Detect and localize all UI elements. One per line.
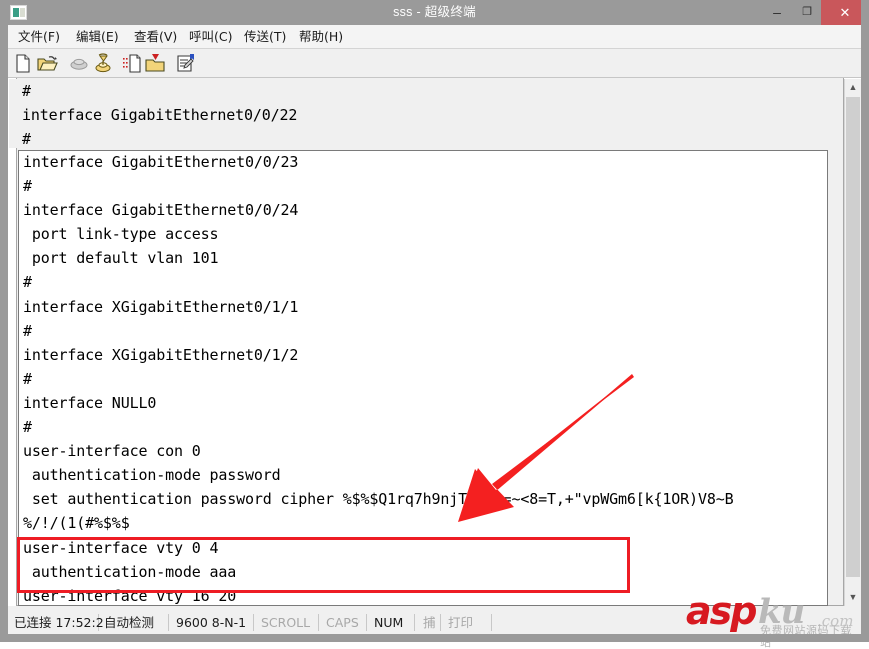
status-separator [440,614,441,631]
status-detect-mode: 自动检测 [104,615,155,630]
terminal-scrollbar[interactable]: ▲ ▼ [844,79,861,606]
scrollbar-thumb[interactable] [846,97,860,577]
terminal-line: interface GigabitEthernet0/0/23 [23,153,299,171]
terminal-line: # [23,321,32,340]
close-button[interactable]: ✕ [821,0,869,25]
terminal-line: set authentication password cipher %$%$Q… [23,490,734,509]
terminal-line: user-interface vty 0 4 [23,538,219,557]
minimize-button[interactable]: – [762,0,792,25]
terminal-top-lines: # interface GigabitEthernet0/0/22 # [9,79,827,148]
terminal-line: user-interface con 0 [23,442,201,461]
scroll-up-icon[interactable]: ▲ [845,79,861,96]
maximize-button[interactable]: ❐ [792,0,822,25]
close-icon: ✕ [839,5,851,20]
receive-file-icon[interactable] [144,53,166,74]
menu-item-view[interactable]: 查看(V) [130,28,181,46]
call-icon[interactable] [92,53,114,74]
open-folder-icon[interactable] [36,53,58,74]
window-title: sss - 超级终端 [393,5,476,19]
menu-item-call[interactable]: 呼叫(C) [185,28,236,46]
hyperterminal-window: sss - 超级终端 – ❐ ✕ 文件(F) 编辑(E) 查看(V) 呼叫(C) 传送(… [0,0,869,649]
menu-item-edit[interactable]: 编辑(E) [72,28,123,46]
minimize-icon: – [773,4,781,20]
terminal-line: user-interface vty 16 20 [23,586,237,605]
menu-bar: 文件(F) 编辑(E) 查看(V) 呼叫(C) 传送(T) 帮助(H) [8,25,861,49]
status-num-indicator: NUM [374,615,404,630]
terminal-line: %/!/(1(#%$%$ [23,514,130,533]
terminal-line: # [22,130,31,148]
status-bar: 已连接 17:52:2 自动检测 9600 8-N-1 SCROLL CAPS NUM 捕打… [8,611,861,634]
menu-item-help[interactable]: 帮助(H) [295,28,347,46]
terminal-line: interface XGigabitEthernet0/1/1 [23,297,299,316]
terminal-line: authentication-mode password [23,466,281,485]
status-serial-params: 9600 8-N-1 [176,615,247,630]
send-file-icon[interactable] [122,53,144,74]
status-connection-status: 已连接 17:52:2 [14,615,104,630]
terminal-console-text: interface GigabitEthernet0/0/23 # interfac… [23,151,823,605]
status-separator [318,614,319,631]
status-separator [253,614,254,631]
status-scroll-indicator: SCROLL [261,615,311,630]
status-separator [491,614,492,631]
terminal-line: # [23,369,32,388]
terminal-line: # [23,418,32,437]
terminal-line: interface XGigabitEthernet0/1/2 [23,345,299,364]
maximize-icon: ❐ [802,6,812,18]
menu-item-transfer[interactable]: 传送(T) [240,28,290,46]
properties-icon[interactable] [175,53,197,74]
status-print-indicator: 打印 [448,615,474,630]
title-bar: sss - 超级终端 – ❐ ✕ [0,0,869,25]
terminal-line: interface NULL0 [23,393,157,412]
terminal-line: interface GigabitEthernet0/0/24 [23,201,299,220]
terminal-line: port link-type access [23,225,219,244]
terminal-line: # [23,273,32,292]
terminal-line: authentication-mode aaa [23,562,237,581]
status-caps-indicator: CAPS [326,615,359,630]
toolbar [8,49,861,78]
new-document-icon[interactable] [12,53,34,74]
terminal-line: # [23,177,32,196]
status-capture-indicator: 捕 [423,615,436,630]
terminal-line: port default vlan 101 [23,249,219,268]
status-separator [366,614,367,631]
terminal-console[interactable]: interface GigabitEthernet0/0/23 # interfac… [18,150,828,606]
disconnect-icon[interactable] [68,53,90,74]
status-separator [414,614,415,631]
menu-item-file[interactable]: 文件(F) [14,28,64,46]
status-separator [168,614,169,631]
scroll-down-icon[interactable]: ▼ [845,589,861,606]
terminal-line: interface GigabitEthernet0/0/22 [22,106,298,125]
terminal-line: # [22,82,31,100]
